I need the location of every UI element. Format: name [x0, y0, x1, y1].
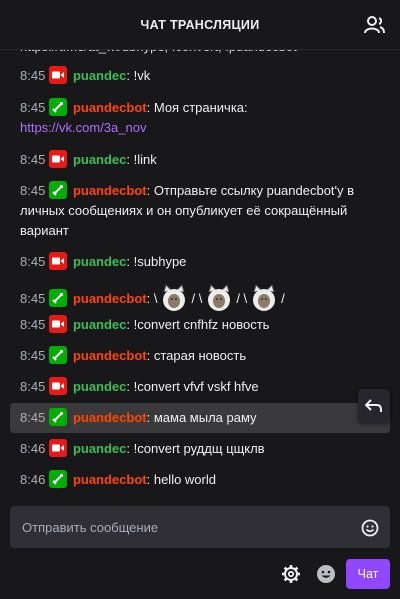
reply-button[interactable] [358, 389, 390, 423]
message-link[interactable]: https://vk.com/3a_nov [20, 120, 146, 135]
chat-input[interactable] [10, 506, 374, 548]
broadcaster-badge-icon[interactable] [49, 377, 68, 395]
emote-picker-icon[interactable] [315, 563, 337, 585]
username[interactable]: puandec [73, 441, 126, 456]
moderator-badge-icon[interactable] [49, 289, 68, 307]
username[interactable]: puandecbot [73, 410, 147, 425]
chat-message[interactable]: 8:45 puandec: !convert cnfhfz новость [10, 315, 390, 335]
username[interactable]: puandecbot [73, 100, 147, 115]
timestamp: 8:46 [20, 472, 46, 487]
moderator-badge-icon[interactable] [49, 346, 68, 364]
moderator-badge-icon[interactable] [49, 98, 68, 116]
username[interactable]: puandec [73, 254, 126, 269]
message-text: вариант [20, 223, 69, 238]
chat-input-container[interactable] [10, 506, 390, 548]
chat-message[interactable]: 8:45 puandecbot: \ / \ / \ / [10, 284, 390, 312]
moderator-badge-icon[interactable] [49, 470, 68, 488]
timestamp: 8:45 [20, 410, 46, 425]
username[interactable]: puandec [73, 379, 126, 394]
chat-header: ЧАТ ТРАНСЛЯЦИИ [0, 0, 400, 50]
chat-message[interactable]: 8:45 puandec: !link [10, 150, 390, 170]
chat-message[interactable]: 8:45 puandec: !convert vfvf vskf hfve [10, 377, 390, 397]
send-chat-button[interactable]: Чат [346, 559, 390, 589]
message-text: !link [133, 152, 157, 167]
broadcaster-badge-icon[interactable] [49, 150, 68, 168]
message-text: Отправьте ссылку puandecbot'у в [153, 183, 355, 198]
broadcaster-badge-icon[interactable] [49, 66, 68, 84]
message-text: старая новость [153, 348, 247, 363]
cat-emote-icon[interactable] [250, 284, 278, 312]
timestamp: 8:45 [20, 152, 46, 167]
username[interactable]: puandecbot [73, 348, 147, 363]
timestamp: 8:45 [20, 348, 46, 363]
message-text: !subhype [133, 254, 187, 269]
timestamp: 8:45 [20, 68, 46, 83]
timestamp: 8:45 [20, 291, 46, 306]
message-text: Моя страничка: [153, 100, 248, 115]
broadcaster-badge-icon[interactable] [49, 315, 68, 333]
username[interactable]: puandec [73, 152, 126, 167]
message-text: / \ [191, 291, 203, 306]
message-text: hello world [153, 472, 216, 487]
reply-icon [365, 399, 382, 412]
username[interactable]: puandecbot [73, 183, 147, 198]
message-text: / [281, 291, 285, 306]
message-text: / \ [236, 291, 248, 306]
username[interactable]: puandecbot [73, 472, 147, 487]
cat-emote-icon[interactable] [160, 284, 188, 312]
chat-message[interactable]: 8:46 puandecbot: hello world [10, 470, 390, 490]
moderator-badge-icon[interactable] [49, 181, 68, 199]
chat-message[interactable]: 8:46 puandec: !convert руддщ цщклв [10, 439, 390, 459]
username[interactable]: puandec [73, 68, 126, 83]
smiley-icon[interactable] [360, 518, 380, 538]
timestamp: 8:45 [20, 317, 46, 332]
chat-message[interactable]: 8:45 puandecbot: Моя страничка: https://… [10, 98, 390, 138]
moderator-badge-icon[interactable] [49, 408, 68, 426]
message-text: !convert cnfhfz новость [133, 317, 270, 332]
username[interactable]: puandecbot [73, 291, 147, 306]
timestamp: 8:45 [20, 254, 46, 269]
message-text: !vk [133, 68, 151, 83]
timestamp: 8:45 [20, 100, 46, 115]
message-text: !convert руддщ цщклв [133, 441, 265, 456]
timestamp: 8:45 [20, 183, 46, 198]
message-text: личных сообщениях и он опубликует её сок… [20, 203, 348, 218]
chat-message[interactable]: 8:45 puandecbot: старая новость [10, 346, 390, 366]
broadcaster-badge-icon[interactable] [49, 439, 68, 457]
message-text: \ [153, 291, 158, 306]
chat-message[interactable]: 8:45 puandec: !vk [10, 66, 390, 86]
chat-message[interactable]: 8:45 puandecbot: Отправьте ссылку puande… [10, 181, 390, 241]
username[interactable]: puandec [73, 317, 126, 332]
message-text: мама мыла раму [153, 410, 257, 425]
chat-message-hovered[interactable]: 8:45 puandecbot: мама мыла раму [10, 403, 390, 433]
gear-icon[interactable] [280, 563, 302, 585]
timestamp: 8:45 [20, 379, 46, 394]
chat-title: ЧАТ ТРАНСЛЯЦИИ [140, 17, 260, 32]
message-text: !convert vfvf vskf hfve [133, 379, 259, 394]
cat-emote-icon[interactable] [205, 284, 233, 312]
broadcaster-badge-icon[interactable] [49, 252, 68, 270]
timestamp: 8:46 [20, 441, 46, 456]
chat-message[interactable]: 8:45 puandec: !subhype [10, 252, 390, 272]
users-icon[interactable] [364, 15, 386, 35]
chat-message-list[interactable]: https://t.me/at_wi/ubhype, !convert, !pu… [0, 32, 400, 498]
